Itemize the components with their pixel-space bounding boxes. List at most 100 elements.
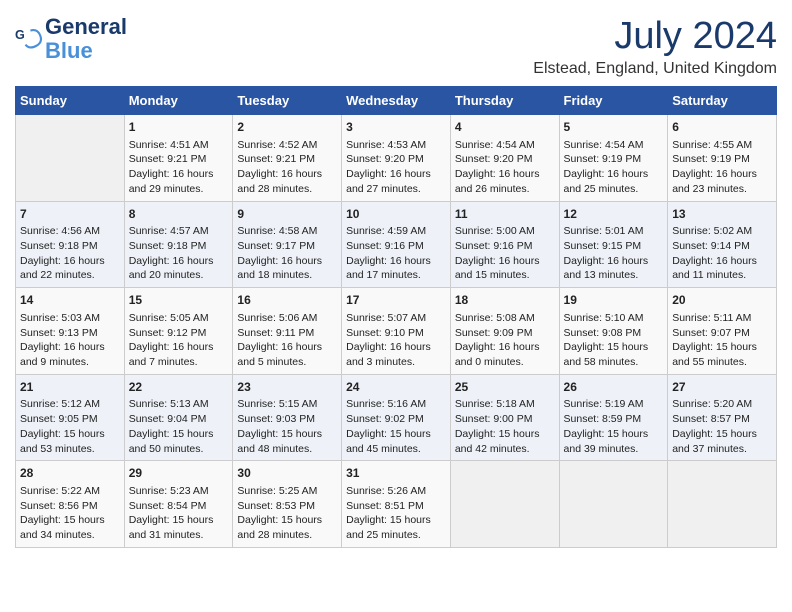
- calendar-table: SundayMondayTuesdayWednesdayThursdayFrid…: [15, 86, 777, 548]
- day-header-tuesday: Tuesday: [233, 87, 342, 115]
- calendar-cell: 10Sunrise: 4:59 AMSunset: 9:16 PMDayligh…: [342, 201, 451, 288]
- day-info: and 11 minutes.: [672, 268, 772, 283]
- logo: G GeneralBlue: [15, 15, 127, 63]
- day-info: Sunset: 9:19 PM: [672, 152, 772, 167]
- day-number: 27: [672, 379, 772, 396]
- day-number: 19: [564, 292, 664, 309]
- day-info: Sunset: 8:54 PM: [129, 499, 229, 514]
- week-row-2: 7Sunrise: 4:56 AMSunset: 9:18 PMDaylight…: [16, 201, 777, 288]
- calendar-cell: 21Sunrise: 5:12 AMSunset: 9:05 PMDayligh…: [16, 374, 125, 461]
- day-info: Daylight: 16 hours: [564, 167, 664, 182]
- calendar-cell: [450, 461, 559, 548]
- day-info: Daylight: 16 hours: [346, 167, 446, 182]
- calendar-cell: 9Sunrise: 4:58 AMSunset: 9:17 PMDaylight…: [233, 201, 342, 288]
- day-info: Sunrise: 5:03 AM: [20, 311, 120, 326]
- day-info: and 29 minutes.: [129, 182, 229, 197]
- day-info: Daylight: 15 hours: [129, 427, 229, 442]
- day-info: Sunset: 9:00 PM: [455, 412, 555, 427]
- day-info: Sunset: 9:04 PM: [129, 412, 229, 427]
- day-info: Sunrise: 5:22 AM: [20, 484, 120, 499]
- calendar-cell: 5Sunrise: 4:54 AMSunset: 9:19 PMDaylight…: [559, 115, 668, 202]
- day-number: 11: [455, 206, 555, 223]
- day-header-monday: Monday: [124, 87, 233, 115]
- day-info: Daylight: 16 hours: [129, 167, 229, 182]
- day-info: and 45 minutes.: [346, 442, 446, 457]
- day-info: Sunset: 9:07 PM: [672, 326, 772, 341]
- calendar-cell: 30Sunrise: 5:25 AMSunset: 8:53 PMDayligh…: [233, 461, 342, 548]
- calendar-cell: 16Sunrise: 5:06 AMSunset: 9:11 PMDayligh…: [233, 288, 342, 375]
- day-number: 31: [346, 465, 446, 482]
- calendar-cell: 13Sunrise: 5:02 AMSunset: 9:14 PMDayligh…: [668, 201, 777, 288]
- day-header-sunday: Sunday: [16, 87, 125, 115]
- day-number: 10: [346, 206, 446, 223]
- day-info: Daylight: 16 hours: [455, 340, 555, 355]
- general-blue-logo-icon: G: [15, 25, 43, 53]
- day-info: Sunrise: 4:55 AM: [672, 138, 772, 153]
- day-info: Sunset: 9:09 PM: [455, 326, 555, 341]
- day-info: Daylight: 15 hours: [564, 427, 664, 442]
- day-info: Sunset: 8:53 PM: [237, 499, 337, 514]
- logo-text: GeneralBlue: [45, 15, 127, 63]
- day-info: and 26 minutes.: [455, 182, 555, 197]
- day-info: Sunrise: 5:16 AM: [346, 397, 446, 412]
- day-info: Sunset: 9:21 PM: [129, 152, 229, 167]
- day-info: Daylight: 16 hours: [237, 340, 337, 355]
- calendar-cell: 23Sunrise: 5:15 AMSunset: 9:03 PMDayligh…: [233, 374, 342, 461]
- calendar-cell: 24Sunrise: 5:16 AMSunset: 9:02 PMDayligh…: [342, 374, 451, 461]
- day-info: Daylight: 15 hours: [20, 513, 120, 528]
- calendar-cell: 6Sunrise: 4:55 AMSunset: 9:19 PMDaylight…: [668, 115, 777, 202]
- calendar-cell: 31Sunrise: 5:26 AMSunset: 8:51 PMDayligh…: [342, 461, 451, 548]
- svg-text:G: G: [15, 28, 25, 42]
- day-info: Sunset: 8:57 PM: [672, 412, 772, 427]
- calendar-cell: 8Sunrise: 4:57 AMSunset: 9:18 PMDaylight…: [124, 201, 233, 288]
- day-info: Daylight: 15 hours: [455, 427, 555, 442]
- day-number: 26: [564, 379, 664, 396]
- calendar-cell: 11Sunrise: 5:00 AMSunset: 9:16 PMDayligh…: [450, 201, 559, 288]
- day-number: 20: [672, 292, 772, 309]
- day-info: Sunset: 9:12 PM: [129, 326, 229, 341]
- day-info: Sunrise: 5:01 AM: [564, 224, 664, 239]
- day-info: and 55 minutes.: [672, 355, 772, 370]
- day-header-friday: Friday: [559, 87, 668, 115]
- day-info: and 34 minutes.: [20, 528, 120, 543]
- day-number: 5: [564, 119, 664, 136]
- day-info: and 28 minutes.: [237, 182, 337, 197]
- days-header-row: SundayMondayTuesdayWednesdayThursdayFrid…: [16, 87, 777, 115]
- day-info: Sunset: 9:11 PM: [237, 326, 337, 341]
- day-info: and 3 minutes.: [346, 355, 446, 370]
- day-info: Sunrise: 5:12 AM: [20, 397, 120, 412]
- day-info: Daylight: 15 hours: [237, 513, 337, 528]
- day-number: 7: [20, 206, 120, 223]
- calendar-cell: 17Sunrise: 5:07 AMSunset: 9:10 PMDayligh…: [342, 288, 451, 375]
- day-info: Sunset: 9:08 PM: [564, 326, 664, 341]
- day-info: Sunrise: 5:00 AM: [455, 224, 555, 239]
- day-number: 1: [129, 119, 229, 136]
- day-header-wednesday: Wednesday: [342, 87, 451, 115]
- day-info: Sunset: 8:59 PM: [564, 412, 664, 427]
- day-info: Sunset: 9:18 PM: [129, 239, 229, 254]
- calendar-cell: [16, 115, 125, 202]
- calendar-cell: 19Sunrise: 5:10 AMSunset: 9:08 PMDayligh…: [559, 288, 668, 375]
- day-info: and 31 minutes.: [129, 528, 229, 543]
- day-info: Daylight: 16 hours: [672, 254, 772, 269]
- day-info: Daylight: 16 hours: [455, 254, 555, 269]
- month-year-title: July 2024: [533, 15, 777, 58]
- day-header-thursday: Thursday: [450, 87, 559, 115]
- day-info: Sunrise: 5:26 AM: [346, 484, 446, 499]
- day-number: 2: [237, 119, 337, 136]
- day-info: Sunrise: 5:25 AM: [237, 484, 337, 499]
- day-info: Sunset: 9:16 PM: [455, 239, 555, 254]
- day-info: Sunrise: 4:58 AM: [237, 224, 337, 239]
- day-info: Sunset: 9:15 PM: [564, 239, 664, 254]
- day-number: 16: [237, 292, 337, 309]
- day-number: 22: [129, 379, 229, 396]
- day-info: and 25 minutes.: [346, 528, 446, 543]
- day-info: Daylight: 15 hours: [237, 427, 337, 442]
- calendar-cell: 20Sunrise: 5:11 AMSunset: 9:07 PMDayligh…: [668, 288, 777, 375]
- day-info: Sunset: 9:20 PM: [455, 152, 555, 167]
- calendar-cell: 18Sunrise: 5:08 AMSunset: 9:09 PMDayligh…: [450, 288, 559, 375]
- week-row-4: 21Sunrise: 5:12 AMSunset: 9:05 PMDayligh…: [16, 374, 777, 461]
- day-number: 18: [455, 292, 555, 309]
- calendar-cell: 14Sunrise: 5:03 AMSunset: 9:13 PMDayligh…: [16, 288, 125, 375]
- day-info: and 42 minutes.: [455, 442, 555, 457]
